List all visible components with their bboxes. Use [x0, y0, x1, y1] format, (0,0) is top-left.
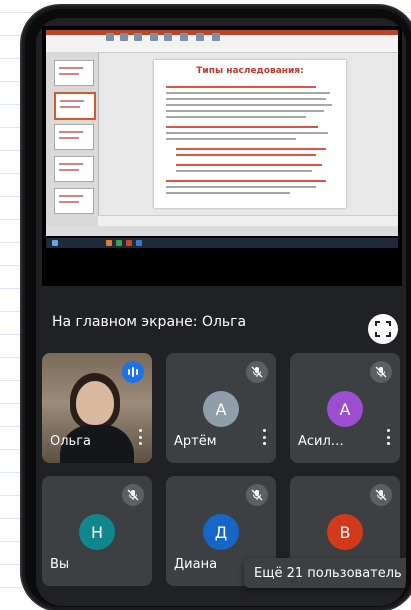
mic-off-icon	[370, 484, 392, 506]
slide-thumbnail	[54, 188, 94, 214]
title-bar	[46, 30, 398, 35]
participant-name: Диана	[174, 557, 218, 572]
slide-title: Типы наследования:	[196, 66, 304, 76]
slide-thumbnail	[54, 92, 96, 120]
mic-off-icon	[246, 361, 268, 383]
more-options-button[interactable]	[138, 429, 142, 445]
avatar: А	[203, 391, 239, 427]
participant-tile[interactable]: А Асил…	[290, 353, 400, 463]
slide-thumbnail	[54, 156, 94, 182]
avatar: А	[327, 391, 363, 427]
taskbar-app-icon	[106, 240, 112, 246]
ribbon-icon	[150, 33, 158, 41]
status-bar	[46, 226, 398, 236]
taskbar-app-icon	[116, 240, 122, 246]
fullscreen-icon	[375, 321, 391, 337]
screen-share[interactable]: Типы наследования:	[42, 26, 402, 286]
avatar: В	[327, 514, 363, 550]
windows-taskbar	[46, 238, 398, 248]
fullscreen-button[interactable]	[368, 314, 398, 344]
participant-name: Ольга	[50, 434, 91, 449]
mic-off-icon	[246, 484, 268, 506]
ribbon-toolbar	[46, 30, 398, 53]
slide-thumbnail	[54, 60, 94, 86]
avatar: Д	[203, 514, 239, 550]
start-icon	[52, 240, 58, 246]
more-options-button[interactable]	[386, 429, 390, 445]
participant-tile[interactable]: А Артём	[166, 353, 276, 463]
speaking-indicator-icon	[122, 361, 144, 383]
phone-frame: Типы наследования: На главном экране: Ол…	[22, 6, 411, 610]
meet-screen: Типы наследования: На главном экране: Ол…	[36, 18, 406, 606]
participant-name: Асил…	[298, 434, 344, 449]
more-participants-chip[interactable]: Ещё 21 пользователь	[244, 558, 406, 588]
more-options-button[interactable]	[262, 429, 266, 445]
ribbon-icon	[106, 33, 114, 41]
ribbon-icon	[196, 33, 204, 41]
participant-tile[interactable]: Н Вы	[42, 476, 152, 586]
participant-name: Артём	[174, 434, 217, 449]
ribbon-icon	[180, 33, 188, 41]
participant-name: Вы	[50, 557, 70, 572]
presenter-label: На главном экране: Ольга	[52, 314, 247, 330]
avatar: Н	[79, 514, 115, 550]
ribbon-icon	[134, 33, 142, 41]
ribbon-icon	[212, 33, 220, 41]
mic-off-icon	[122, 484, 144, 506]
ribbon-icon	[120, 33, 128, 41]
current-slide: Типы наследования:	[154, 60, 346, 208]
slide-thumbnails	[46, 52, 99, 226]
powerpoint-window: Типы наследования:	[46, 30, 398, 236]
ribbon-icon	[164, 33, 172, 41]
mic-off-icon	[370, 361, 392, 383]
participant-tile[interactable]: Ольга	[42, 353, 152, 463]
notes-pane	[98, 215, 398, 226]
slide-thumbnail	[54, 124, 94, 150]
taskbar-app-icon	[136, 240, 142, 246]
taskbar-app-icon	[126, 240, 132, 246]
